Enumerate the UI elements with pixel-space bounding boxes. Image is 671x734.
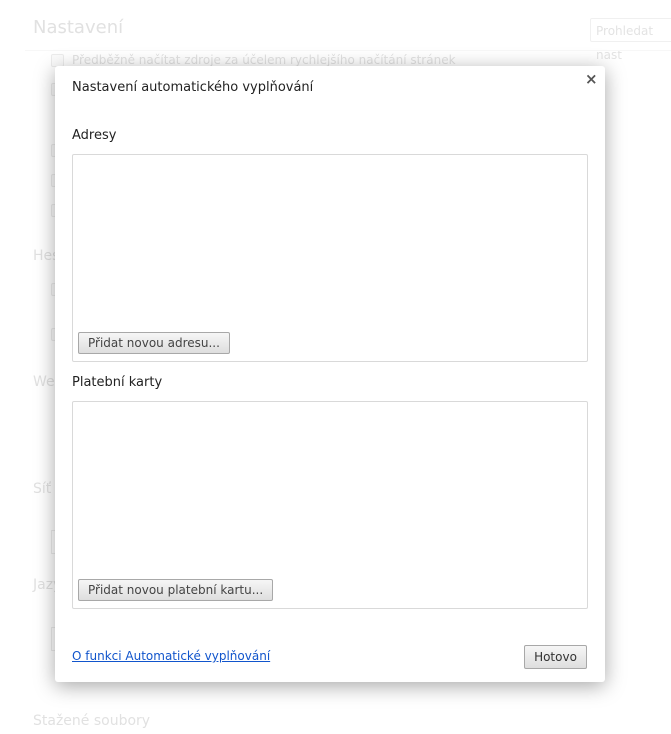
- dialog-title: Nastavení automatického vyplňování: [72, 80, 314, 95]
- autofill-help-link[interactable]: O funkci Automatické vyplňování: [72, 649, 270, 663]
- cards-heading: Platební karty: [72, 375, 163, 390]
- done-button[interactable]: Hotovo: [524, 645, 587, 669]
- cards-list[interactable]: Přidat novou platební kartu...: [72, 401, 588, 609]
- add-card-button[interactable]: Přidat novou platební kartu...: [78, 579, 274, 601]
- autofill-settings-dialog: Nastavení automatického vyplňování × Adr…: [55, 66, 605, 682]
- addresses-list[interactable]: Přidat novou adresu...: [72, 154, 588, 362]
- add-address-button[interactable]: Přidat novou adresu...: [78, 332, 230, 354]
- close-icon[interactable]: ×: [585, 70, 598, 88]
- addresses-heading: Adresy: [72, 128, 117, 143]
